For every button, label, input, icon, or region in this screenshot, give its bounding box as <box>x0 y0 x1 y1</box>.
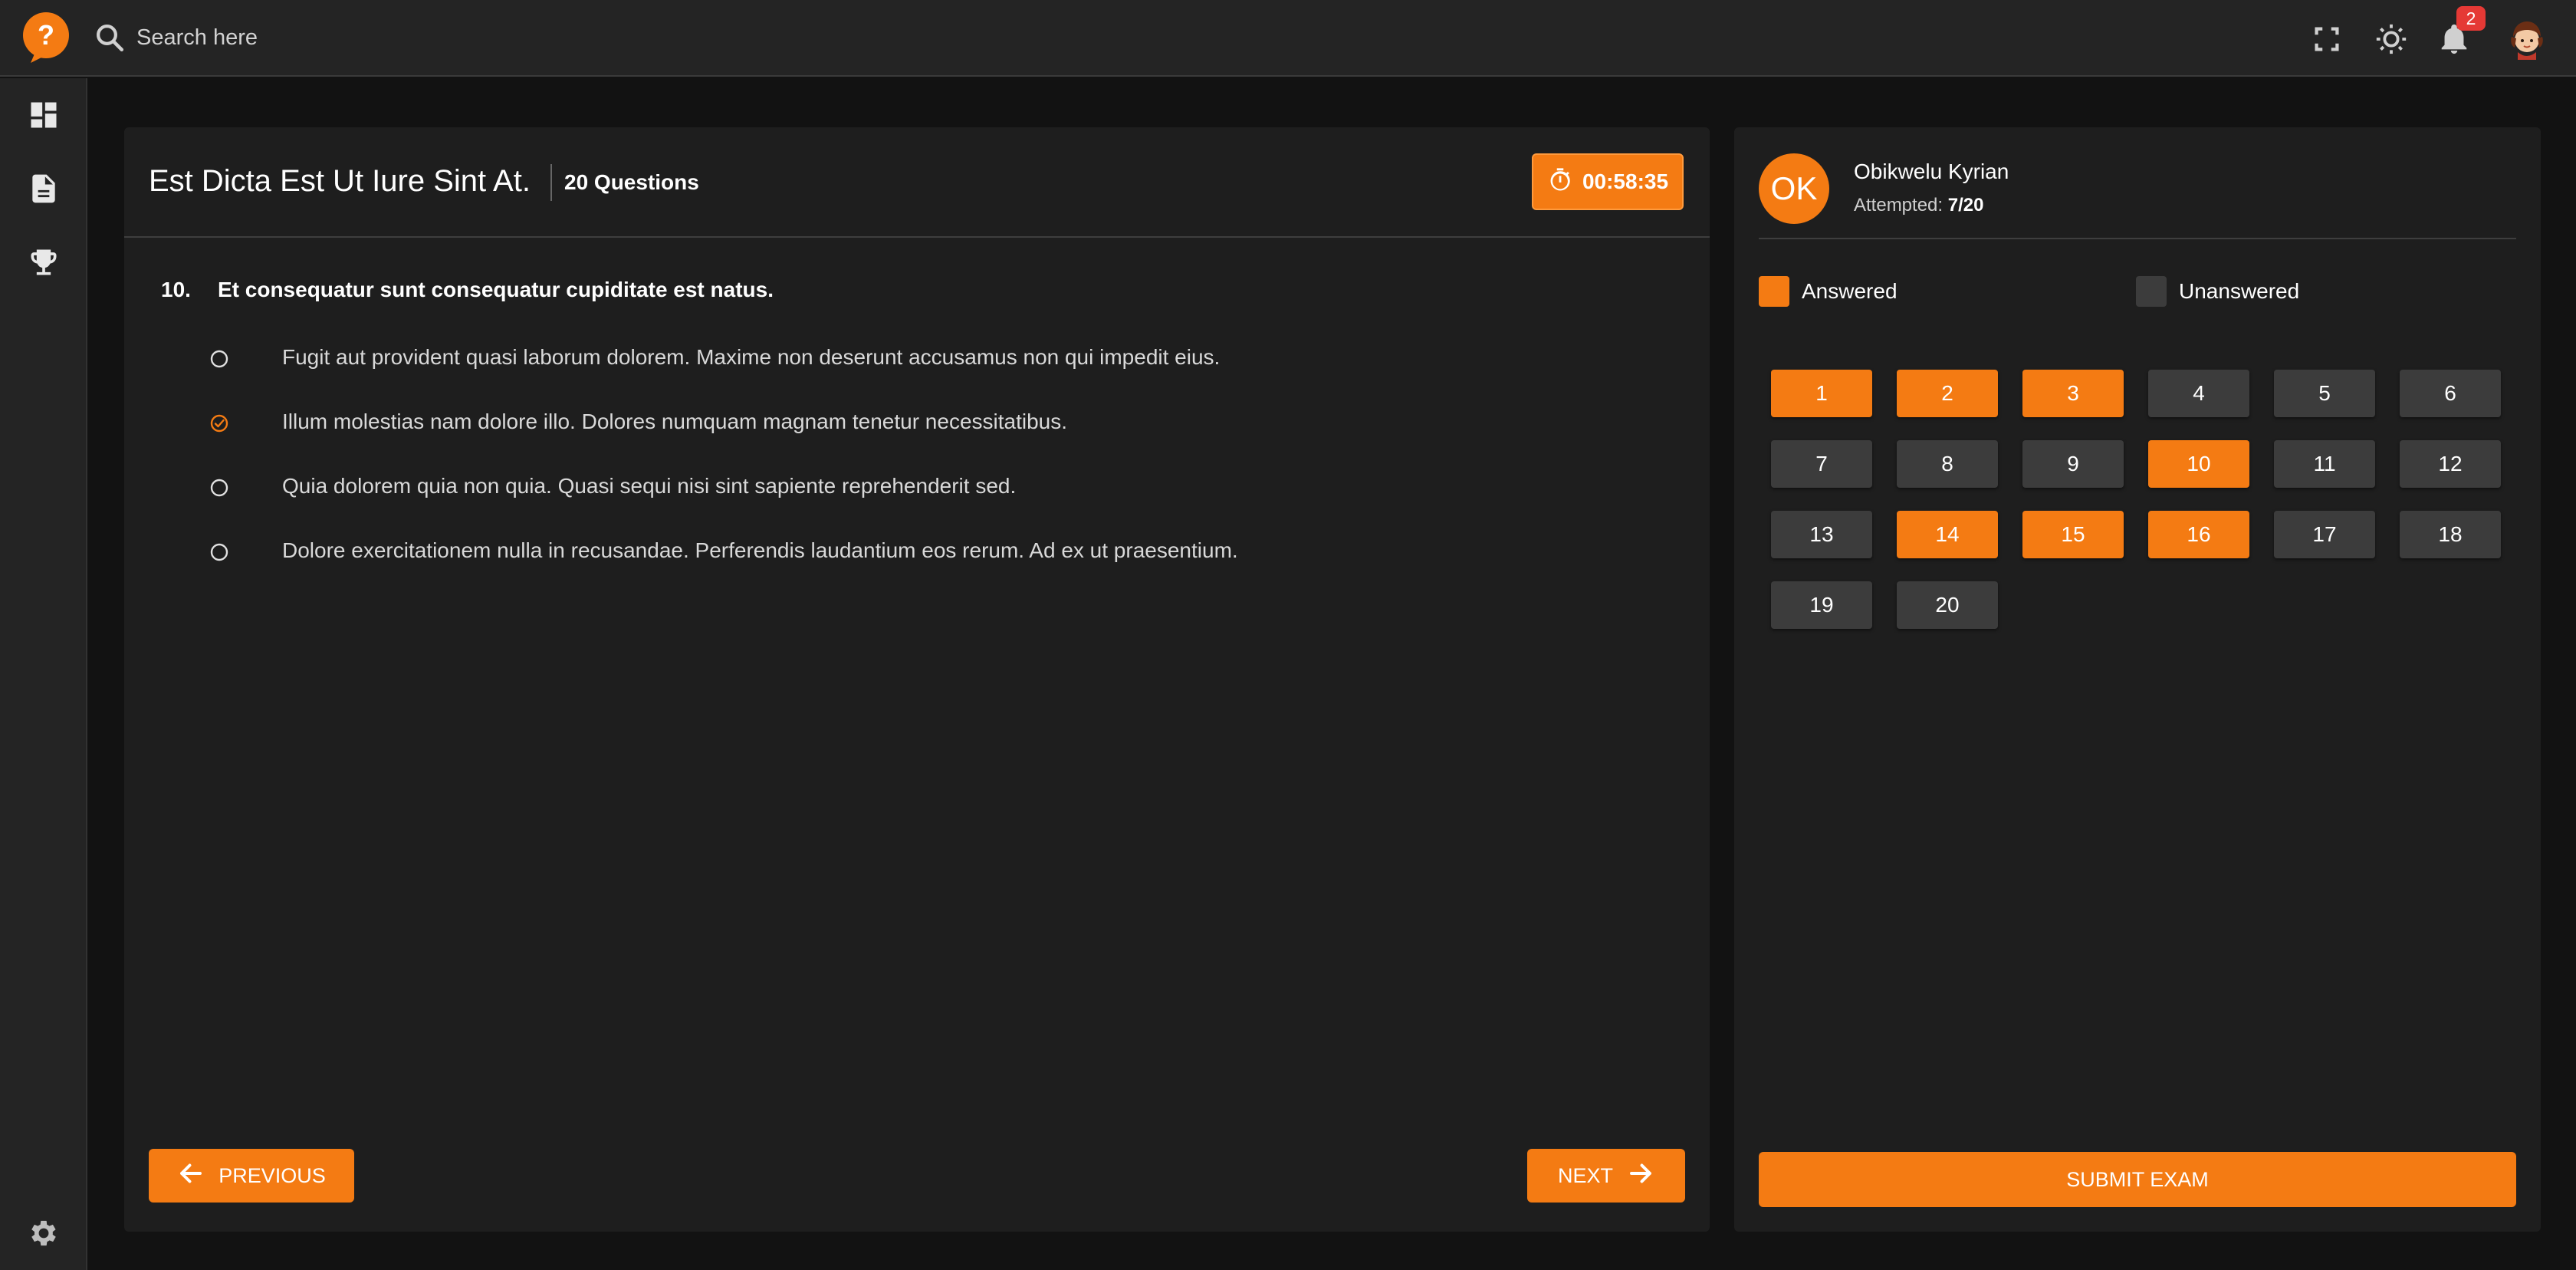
next-label: NEXT <box>1557 1163 1613 1187</box>
question-nav-button[interactable]: 1 <box>1771 370 1872 417</box>
question-nav-button[interactable]: 7 <box>1771 440 1872 488</box>
question-navigator: 1 2 3 4 5 6 7 8 9 10 11 12 13 14 15 16 17 18 19 20 <box>1771 370 2501 629</box>
radio-checked-icon[interactable] <box>209 413 230 434</box>
option-text: Quia dolorem quia non quia. Quasi sequi … <box>282 474 1017 498</box>
legend-unanswered-label: Unanswered <box>2179 279 2300 303</box>
question-nav-button[interactable]: 15 <box>2022 511 2124 558</box>
question-nav-button[interactable]: 12 <box>2400 440 2501 488</box>
option-text: Fugit aut provident quasi laborum dolore… <box>282 345 1221 369</box>
search-icon <box>94 21 126 54</box>
question-nav-button[interactable]: 5 <box>2274 370 2375 417</box>
dashboard-icon[interactable] <box>27 98 61 132</box>
avatar: OK <box>1759 153 1829 224</box>
question-nav-button[interactable]: 18 <box>2400 511 2501 558</box>
radio-unchecked-icon[interactable] <box>209 348 230 370</box>
next-button[interactable]: NEXT <box>1527 1149 1685 1203</box>
radio-unchecked-icon[interactable] <box>209 477 230 498</box>
legend-answered-label: Answered <box>1802 279 1898 303</box>
fullscreen-icon[interactable] <box>2309 21 2344 57</box>
legend-unanswered-swatch <box>2136 276 2167 307</box>
question-nav-button[interactable]: 14 <box>1897 511 1998 558</box>
answer-option[interactable]: Quia dolorem quia non quia. Quasi sequi … <box>209 469 1589 508</box>
sidebar <box>0 78 87 1270</box>
answer-option[interactable]: Dolore exercitationem nulla in recusanda… <box>209 534 1589 572</box>
legend-answered-swatch <box>1759 276 1789 307</box>
answer-option-selected[interactable]: Illum molestias nam dolore illo. Dolores… <box>209 405 1589 443</box>
attempted-status: Attempted: 7/20 <box>1854 195 1983 216</box>
notification-badge: 2 <box>2456 6 2486 31</box>
option-text: Dolore exercitationem nulla in recusanda… <box>282 538 1238 562</box>
user-name: Obikwelu Kyrian <box>1854 160 2009 183</box>
question-count: 20 Questions <box>564 170 699 194</box>
question-nav-button[interactable]: 8 <box>1897 440 1998 488</box>
timer-text: 00:58:35 <box>1582 169 1669 193</box>
question-nav-button[interactable]: 13 <box>1771 511 1872 558</box>
question-nav-button[interactable]: 2 <box>1897 370 1998 417</box>
arrow-right-icon <box>1627 1160 1654 1193</box>
question-nav-button[interactable]: 16 <box>2148 511 2249 558</box>
svg-text:?: ? <box>38 19 54 51</box>
question-nav-button[interactable]: 4 <box>2148 370 2249 417</box>
answer-option[interactable]: Fugit aut provident quasi laborum dolore… <box>209 341 1589 379</box>
question-nav-button[interactable]: 11 <box>2274 440 2375 488</box>
arrow-left-icon <box>177 1160 205 1193</box>
attempted-value: 7/20 <box>1947 195 1984 216</box>
previous-label: PREVIOUS <box>219 1163 326 1187</box>
user-avatar-icon[interactable] <box>2502 14 2551 63</box>
question-nav-button[interactable]: 9 <box>2022 440 2124 488</box>
question-nav-button[interactable]: 3 <box>2022 370 2124 417</box>
previous-button[interactable]: PREVIOUS <box>149 1149 354 1203</box>
timer-badge: 00:58:35 <box>1532 153 1684 210</box>
exam-header: Est Dicta Est Ut Iure Sint At. 20 Questi… <box>124 127 1710 238</box>
radio-unchecked-icon[interactable] <box>209 541 230 563</box>
option-text: Illum molestias nam dolore illo. Dolores… <box>282 410 1068 433</box>
stopwatch-icon <box>1547 167 1573 197</box>
document-icon[interactable] <box>27 172 61 206</box>
question-panel: Est Dicta Est Ut Iure Sint At. 20 Questi… <box>124 127 1710 1232</box>
question-nav-button[interactable]: 20 <box>1897 581 1998 629</box>
trophy-icon[interactable] <box>27 245 61 279</box>
submit-exam-button[interactable]: SUBMIT EXAM <box>1759 1152 2516 1207</box>
title-divider <box>550 164 552 201</box>
question-nav-button[interactable]: 6 <box>2400 370 2501 417</box>
question-text: Et consequatur sunt consequatur cupidita… <box>218 278 774 301</box>
question-nav-button[interactable]: 17 <box>2274 511 2375 558</box>
search-input[interactable] <box>136 20 826 55</box>
attempted-label: Attempted: <box>1854 195 1944 216</box>
divider <box>1759 238 2516 239</box>
top-bar: ? 2 <box>0 0 2576 77</box>
question-nav-button[interactable]: 19 <box>1771 581 1872 629</box>
app-logo-icon[interactable]: ? <box>18 11 75 64</box>
question-nav-button[interactable]: 10 <box>2148 440 2249 488</box>
question-number: 10. <box>161 278 191 301</box>
exam-title: Est Dicta Est Ut Iure Sint At. <box>149 164 531 198</box>
theme-toggle-icon[interactable] <box>2374 21 2409 57</box>
settings-icon[interactable] <box>27 1216 61 1250</box>
progress-panel: OK Obikwelu Kyrian Attempted: 7/20 Answe… <box>1734 127 2541 1232</box>
